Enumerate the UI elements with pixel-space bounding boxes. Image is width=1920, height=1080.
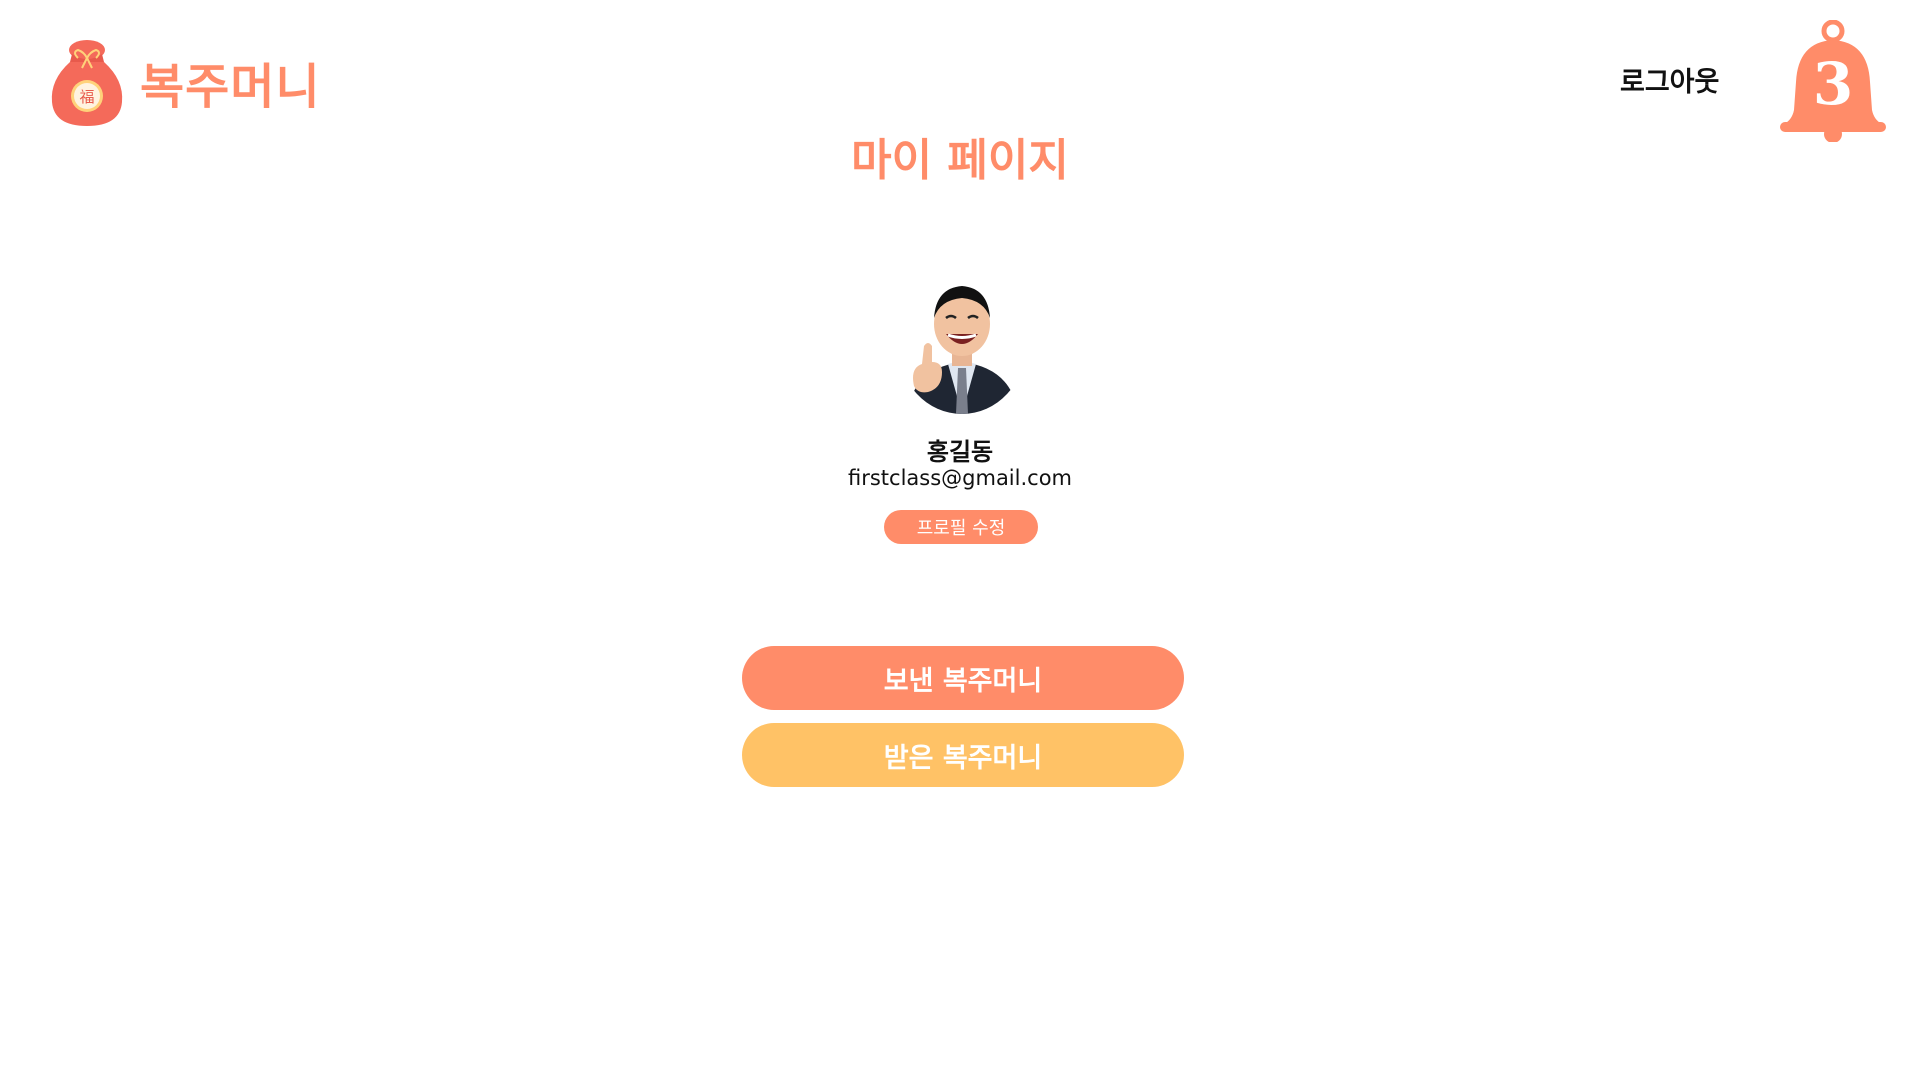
avatar [898, 276, 1026, 414]
logo-text: 복주머니 [140, 59, 321, 115]
page-title: 마이 페이지 [851, 135, 1069, 186]
svg-text:福: 福 [79, 88, 94, 106]
logo[interactable]: 福 복주머니 [48, 36, 321, 128]
edit-profile-button[interactable]: 프로필 수정 [884, 510, 1038, 544]
profile-name: 홍길동 [926, 438, 994, 466]
profile-email: firstclass@gmail.com [847, 466, 1073, 490]
profile-photo [898, 276, 1026, 414]
received-bags-button[interactable]: 받은 복주머니 [742, 723, 1184, 787]
lucky-bag-icon: 福 [51, 40, 123, 126]
notification-count: 3 [1812, 50, 1854, 118]
logout-button[interactable]: 로그아웃 [1620, 60, 1719, 99]
my-page: 福 복주머니 로그아웃 3 마이 페이지 홍길동 firstclass@gmai… [0, 0, 1920, 1080]
sent-bags-button[interactable]: 보낸 복주머니 [742, 646, 1184, 710]
